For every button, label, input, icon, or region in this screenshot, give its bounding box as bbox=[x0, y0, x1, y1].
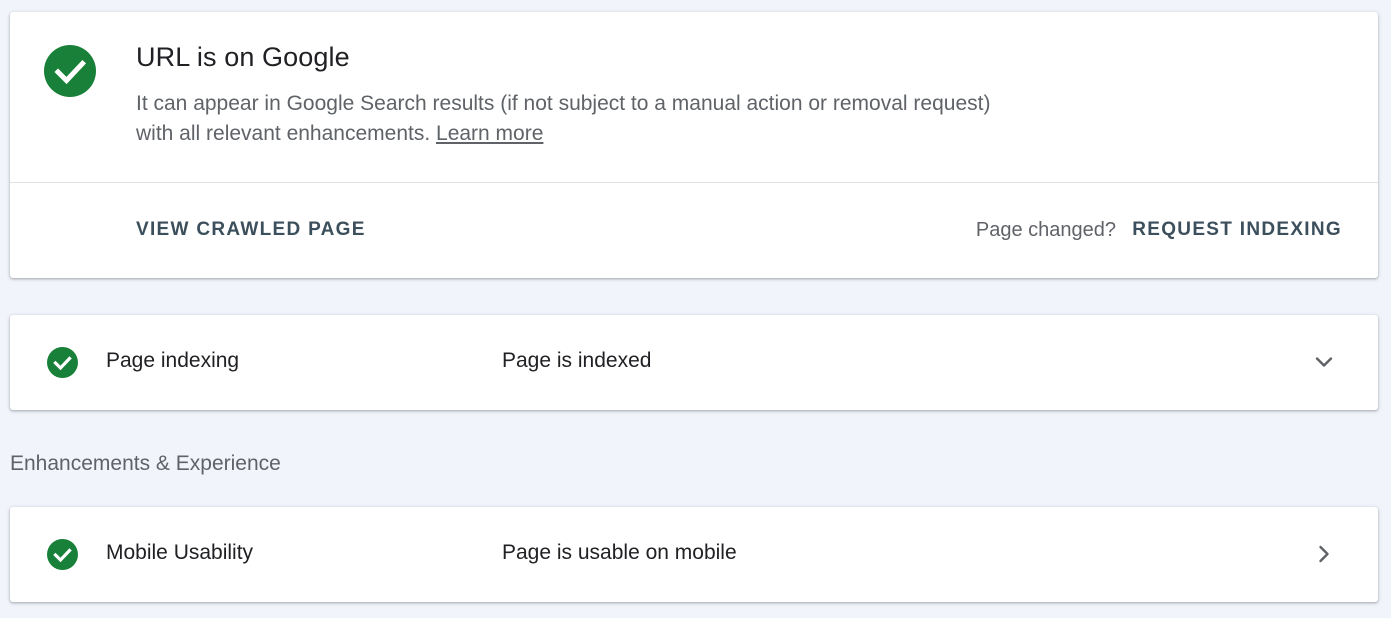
status-description-text: It can appear in Google Search results (… bbox=[136, 92, 991, 145]
learn-more-link[interactable]: Learn more bbox=[436, 122, 543, 145]
check-circle-icon bbox=[44, 45, 96, 97]
enhancements-heading: Enhancements & Experience bbox=[10, 452, 281, 475]
status-summary: URL is on Google It can appear in Google… bbox=[10, 12, 1378, 182]
page-indexing-row[interactable]: Page indexing Page is indexed bbox=[10, 315, 1378, 410]
check-circle-icon bbox=[47, 347, 78, 378]
status-description: It can appear in Google Search results (… bbox=[136, 89, 996, 149]
status-title: URL is on Google bbox=[136, 42, 350, 72]
page-changed-text: Page changed? bbox=[975, 219, 1116, 241]
page-indexing-value: Page is indexed bbox=[502, 349, 652, 372]
check-circle-icon bbox=[47, 539, 78, 570]
view-crawled-page-button[interactable]: VIEW CRAWLED PAGE bbox=[136, 219, 366, 241]
request-indexing-button[interactable]: REQUEST INDEXING bbox=[1132, 219, 1342, 241]
chevron-right-icon[interactable] bbox=[1310, 540, 1338, 568]
mobile-usability-label: Mobile Usability bbox=[106, 541, 254, 564]
url-status-card: URL is on Google It can appear in Google… bbox=[10, 12, 1378, 278]
mobile-usability-value: Page is usable on mobile bbox=[502, 541, 737, 564]
chevron-down-icon[interactable] bbox=[1310, 348, 1338, 376]
status-actions: VIEW CRAWLED PAGE Page changed? REQUEST … bbox=[10, 183, 1378, 278]
page-indexing-label: Page indexing bbox=[106, 349, 240, 372]
mobile-usability-row[interactable]: Mobile Usability Page is usable on mobil… bbox=[10, 507, 1378, 602]
